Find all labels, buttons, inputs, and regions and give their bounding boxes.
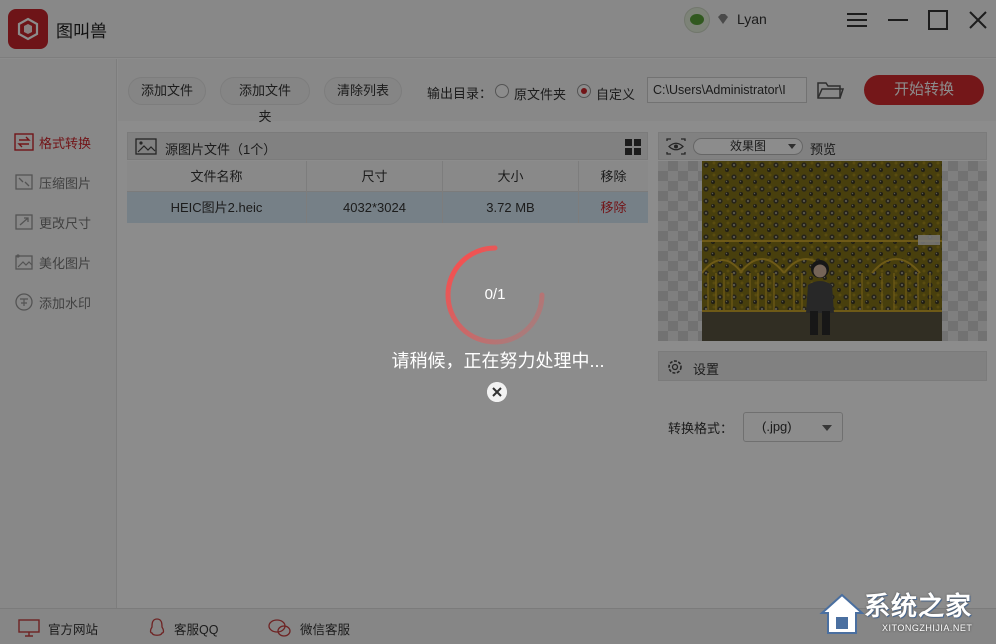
watermark-url: XITONGZHIJIA.NET — [882, 623, 973, 633]
cancel-close-icon[interactable] — [487, 382, 507, 402]
processing-message: 请稍候，正在努力处理中... — [391, 351, 605, 371]
app-window: 图叫兽 Lyan 格式转换 压缩图片 更改尺寸 美化图片 添加水印 添加文件 添… — [0, 0, 996, 644]
processing-overlay: 0/1 请稍候，正在努力处理中... — [0, 0, 996, 644]
watermark-brand: 系统之家 — [864, 591, 973, 621]
progress-count: 0/1 — [484, 286, 506, 303]
